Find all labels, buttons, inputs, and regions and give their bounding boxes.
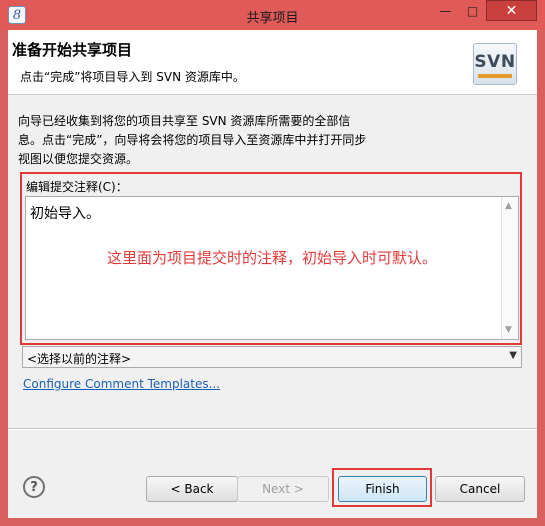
previous-comments-value: <选择以前的注释> [27,352,132,366]
scroll-down-icon[interactable]: ▼ [505,325,512,335]
wizard-header: 准备开始共享项目 点击“完成”将项目导入到 SVN 资源库中。 SVN [8,30,537,95]
comment-text[interactable]: 初始导入。 [30,203,100,223]
chevron-down-icon[interactable]: ▼ [509,350,517,361]
minimize-button[interactable]: — [432,0,459,21]
dialog-body: 准备开始共享项目 点击“完成”将项目导入到 SVN 资源库中。 SVN 向导已经… [8,30,537,518]
next-button[interactable]: Next > [237,476,329,502]
info-line: 视图以便您提交资源。 [18,152,139,166]
finish-button[interactable]: Finish [338,476,427,502]
close-button[interactable]: ✕ [486,0,537,21]
page-description: 点击“完成”将项目导入到 SVN 资源库中。 [20,70,245,84]
comment-textarea[interactable]: 初始导入。 这里面为项目提交时的注释，初始导入时可默认。 ▲ ▼ [25,196,519,340]
divider [8,428,537,430]
help-icon[interactable]: ? [23,476,45,498]
cancel-button[interactable]: Cancel [435,476,525,502]
back-button[interactable]: < Back [146,476,238,502]
comment-label: 编辑提交注释(C)： [26,180,128,194]
info-line: 息。点击“完成”，向导将会将您的项目导入至资源库中并打开同步 [18,133,367,147]
scroll-up-icon[interactable]: ▲ [505,201,512,211]
svn-logo-icon: SVN [473,43,517,85]
svn-logo-bar [478,74,512,78]
info-text: 向导已经收集到将您的项目共享至 SVN 资源库所需要的全部信 息。点击“完成”，… [18,112,398,169]
comment-scrollbar[interactable]: ▲ ▼ [501,197,518,339]
title-bar[interactable]: 8 共享项目 — □ ✕ [0,0,545,30]
share-project-dialog: 8 共享项目 — □ ✕ 准备开始共享项目 点击“完成”将项目导入到 SVN 资… [0,0,545,526]
comment-highlight-box: 编辑提交注释(C)： 初始导入。 这里面为项目提交时的注释，初始导入时可默认。 … [20,172,522,345]
configure-templates-link[interactable]: Configure Comment Templates... [23,377,220,391]
page-title: 准备开始共享项目 [12,41,133,59]
previous-comments-select[interactable]: <选择以前的注释> ▼ [22,346,522,368]
annotation-text: 这里面为项目提交时的注释，初始导入时可默认。 [107,249,438,267]
info-line: 向导已经收集到将您的项目共享至 SVN 资源库所需要的全部信 [18,114,351,128]
svn-logo-text: SVN [474,52,516,72]
maximize-button[interactable]: □ [459,0,486,21]
